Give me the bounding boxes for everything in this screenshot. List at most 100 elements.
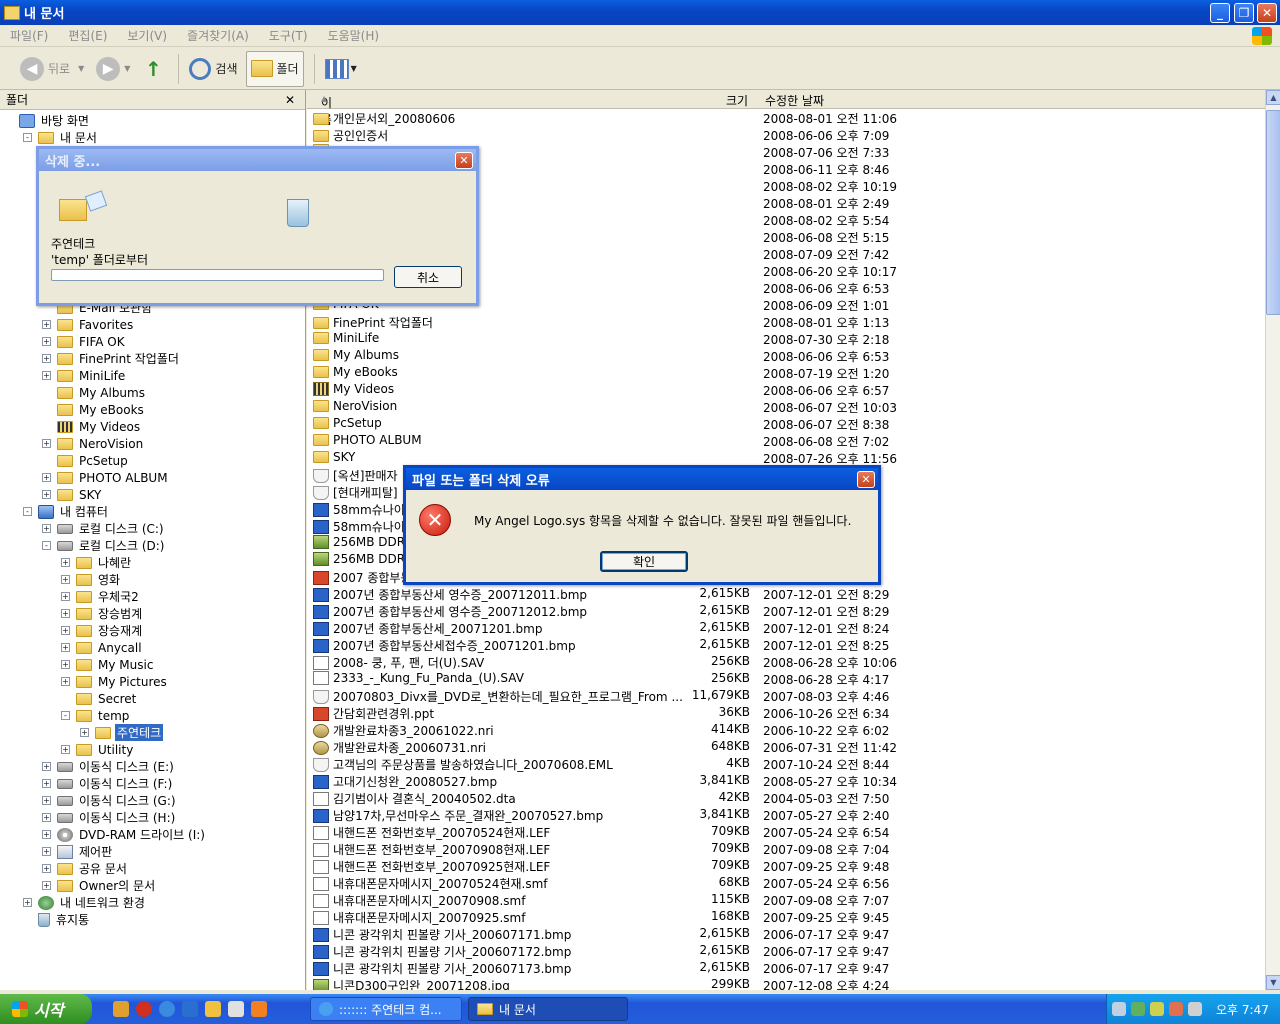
file-row[interactable]: 간담회관련경위.ppt 36KB 2006-10-26 오전 6:34 bbox=[307, 705, 1265, 722]
tree-item[interactable]: + DVD-RAM 드라이브 (I:) bbox=[42, 826, 207, 843]
expand-icon[interactable]: + bbox=[42, 813, 51, 822]
expand-icon[interactable]: + bbox=[42, 864, 51, 873]
file-row[interactable]: 개발완료차종3_20061022.nri 414KB 2006-10-22 오후 6… bbox=[307, 722, 1265, 739]
tree-item[interactable]: - 로컬 디스크 (D:) bbox=[42, 537, 166, 554]
expand-icon[interactable]: + bbox=[61, 626, 70, 635]
expand-icon[interactable]: + bbox=[61, 643, 70, 652]
tree-item[interactable]: + Favorites bbox=[42, 316, 135, 333]
file-row[interactable]: 개인문서외_20080606 2008-08-01 오전 11:06 bbox=[307, 110, 1265, 127]
tree-item[interactable]: + SKY bbox=[42, 486, 103, 503]
file-row[interactable]: 2007년 종합부동산세접수증_20071201.bmp 2,615KB 2007-… bbox=[307, 637, 1265, 654]
file-row[interactable]: 니콘 광각위치 핀볼량 기사_200607171.bmp 2,615KB 2006-… bbox=[307, 926, 1265, 943]
menu-view[interactable]: 보기(V) bbox=[117, 27, 177, 44]
file-row[interactable]: 2007년 종합부동산세 영수증_200712012.bmp 2,615KB 200… bbox=[307, 603, 1265, 620]
expand-icon[interactable]: + bbox=[42, 796, 51, 805]
tree-item[interactable]: + FIFA OK bbox=[42, 333, 127, 350]
expand-icon[interactable]: + bbox=[42, 881, 51, 890]
expand-icon[interactable]: + bbox=[61, 558, 70, 567]
cancel-button[interactable]: 취소 bbox=[394, 266, 462, 288]
taskbar-button-ie[interactable]: ::::::: 주연테크 컴... bbox=[310, 997, 462, 1021]
file-row[interactable]: 2007년 종합부동산세_20071201.bmp 2,615KB 2007-12-… bbox=[307, 620, 1265, 637]
file-row[interactable]: 니콘 광각위치 핀볼량 기사_200607173.bmp 2,615KB 2006-… bbox=[307, 960, 1265, 977]
window-titlebar[interactable]: 내 문서 _ ❐ ✕ bbox=[0, 0, 1280, 25]
expand-icon[interactable]: + bbox=[61, 660, 70, 669]
scroll-down-icon[interactable]: ▼ bbox=[1266, 975, 1280, 990]
back-button[interactable]: ◀ 뒤로 ▼ bbox=[16, 51, 88, 87]
expand-icon[interactable]: + bbox=[61, 592, 70, 601]
file-row[interactable]: 내핸드폰 전화번호부_20070925현재.LEF 709KB 2007-09-25… bbox=[307, 858, 1265, 875]
tray-icon[interactable] bbox=[1131, 1002, 1145, 1016]
collapse-icon[interactable]: - bbox=[23, 507, 32, 516]
expand-icon[interactable]: + bbox=[42, 371, 51, 380]
expand-icon[interactable]: + bbox=[42, 320, 51, 329]
collapse-icon[interactable]: - bbox=[23, 133, 32, 142]
tree-item[interactable]: + NeroVision bbox=[42, 435, 145, 452]
expand-icon[interactable]: + bbox=[42, 439, 51, 448]
file-row[interactable]: 니콘D300구입완_20071208.jpg 299KB 2007-12-08 오후… bbox=[307, 977, 1265, 990]
tree-item[interactable]: - 내 문서 bbox=[23, 129, 99, 146]
tree-item[interactable]: + 로컬 디스크 (C:) bbox=[42, 520, 166, 537]
quick-launch-icon[interactable] bbox=[228, 1001, 244, 1017]
tree-item[interactable]: + Owner의 문서 bbox=[42, 877, 157, 894]
expand-icon[interactable]: + bbox=[61, 609, 70, 618]
file-row[interactable]: PcSetup 2008-06-07 오전 8:38 bbox=[307, 416, 1265, 433]
tree-item[interactable]: - temp bbox=[61, 707, 131, 724]
file-row[interactable]: My Albums 2008-06-06 오후 6:53 bbox=[307, 348, 1265, 365]
expand-icon[interactable]: + bbox=[42, 847, 51, 856]
file-row[interactable]: 공인인증서 2008-06-06 오후 7:09 bbox=[307, 127, 1265, 144]
folder-pane-close-button[interactable]: ✕ bbox=[285, 93, 295, 107]
expand-icon[interactable]: + bbox=[42, 337, 51, 346]
maximize-button[interactable]: ❐ bbox=[1234, 3, 1254, 23]
file-row[interactable]: 2007년 종합부동산세 영수증_200712011.bmp 2,615KB 200… bbox=[307, 586, 1265, 603]
expand-icon[interactable]: + bbox=[61, 575, 70, 584]
tree-item[interactable]: - 내 컴퓨터 bbox=[23, 503, 110, 520]
tree-item[interactable]: 휴지통 bbox=[23, 911, 91, 928]
expand-icon[interactable]: + bbox=[61, 677, 70, 686]
tree-item[interactable]: + 이동식 디스크 (G:) bbox=[42, 792, 178, 809]
tree-item[interactable]: 바탕 화면 bbox=[4, 112, 91, 129]
tree-item[interactable]: My eBooks bbox=[42, 401, 146, 418]
file-row[interactable]: 2333_-_Kung_Fu_Panda_(U).SAV 256KB 2008-06… bbox=[307, 671, 1265, 688]
tree-item[interactable]: + 이동식 디스크 (H:) bbox=[42, 809, 177, 826]
tree-item[interactable]: + 장승범계 bbox=[61, 605, 144, 622]
column-date-header[interactable]: 수정한 날짜 bbox=[765, 92, 824, 109]
expand-icon[interactable]: + bbox=[80, 728, 89, 737]
menu-help[interactable]: 도움말(H) bbox=[318, 27, 390, 44]
file-row[interactable]: 내핸드폰 전화번호부_20070908현재.LEF 709KB 2007-09-08… bbox=[307, 841, 1265, 858]
quick-launch-icon[interactable] bbox=[182, 1001, 198, 1017]
file-row[interactable]: 남양17차,무선마우스 주문_결재완_20070527.bmp 3,841KB 20… bbox=[307, 807, 1265, 824]
expand-icon[interactable]: + bbox=[42, 762, 51, 771]
quick-launch-icon[interactable] bbox=[251, 1001, 267, 1017]
up-folder-button[interactable]: ↑ bbox=[138, 51, 168, 87]
file-row[interactable]: 김기범이사 결혼식_20040502.dta 42KB 2004-05-03 오전 … bbox=[307, 790, 1265, 807]
deleting-dialog-close-button[interactable]: ✕ bbox=[455, 152, 473, 169]
tree-item[interactable]: PcSetup bbox=[42, 452, 130, 469]
file-row[interactable]: 고대기신청완_20080527.bmp 3,841KB 2008-05-27 오후 … bbox=[307, 773, 1265, 790]
vertical-scrollbar[interactable]: ▲ ▼ bbox=[1265, 90, 1280, 990]
tree-item[interactable]: + Anycall bbox=[61, 639, 144, 656]
tree-item[interactable]: + 이동식 디스크 (E:) bbox=[42, 758, 176, 775]
tree-item[interactable]: + 제어판 bbox=[42, 843, 114, 860]
forward-button[interactable]: ▶ ▼ bbox=[92, 51, 134, 87]
file-row[interactable]: 내휴대폰문자메시지_20070524현재.smf 68KB 2007-05-24 오… bbox=[307, 875, 1265, 892]
scroll-thumb[interactable] bbox=[1266, 110, 1280, 315]
close-button[interactable]: ✕ bbox=[1257, 3, 1277, 23]
file-row[interactable]: 내핸드폰 전화번호부_20070524현재.LEF 709KB 2007-05-24… bbox=[307, 824, 1265, 841]
tree-item[interactable]: + 우체국2 bbox=[61, 588, 141, 605]
quick-launch-icon[interactable] bbox=[136, 1001, 152, 1017]
expand-icon[interactable]: + bbox=[42, 830, 51, 839]
tree-item[interactable]: + Utility bbox=[61, 741, 135, 758]
folder-icon[interactable] bbox=[205, 1001, 221, 1017]
file-row[interactable]: My eBooks 2008-07-19 오전 1:20 bbox=[307, 365, 1265, 382]
expand-icon[interactable]: + bbox=[42, 354, 51, 363]
file-row[interactable]: 개발완료차종_20060731.nri 648KB 2006-07-31 오전 11… bbox=[307, 739, 1265, 756]
file-row[interactable]: 니콘 광각위치 핀볼량 기사_200607172.bmp 2,615KB 2006-… bbox=[307, 943, 1265, 960]
expand-icon[interactable]: + bbox=[42, 490, 51, 499]
taskbar-button-my-documents[interactable]: 내 문서 bbox=[468, 997, 628, 1021]
tree-item[interactable]: + 주연테크 bbox=[80, 724, 164, 741]
menu-tools[interactable]: 도구(T) bbox=[259, 27, 318, 44]
tree-item[interactable]: + My Pictures bbox=[61, 673, 169, 690]
file-row[interactable]: 고객님의 주문상품를 발송하였습니다_20070608.EML 4KB 2007-1… bbox=[307, 756, 1265, 773]
tree-item[interactable]: + 영화 bbox=[61, 571, 122, 588]
menu-edit[interactable]: 편집(E) bbox=[58, 27, 117, 44]
